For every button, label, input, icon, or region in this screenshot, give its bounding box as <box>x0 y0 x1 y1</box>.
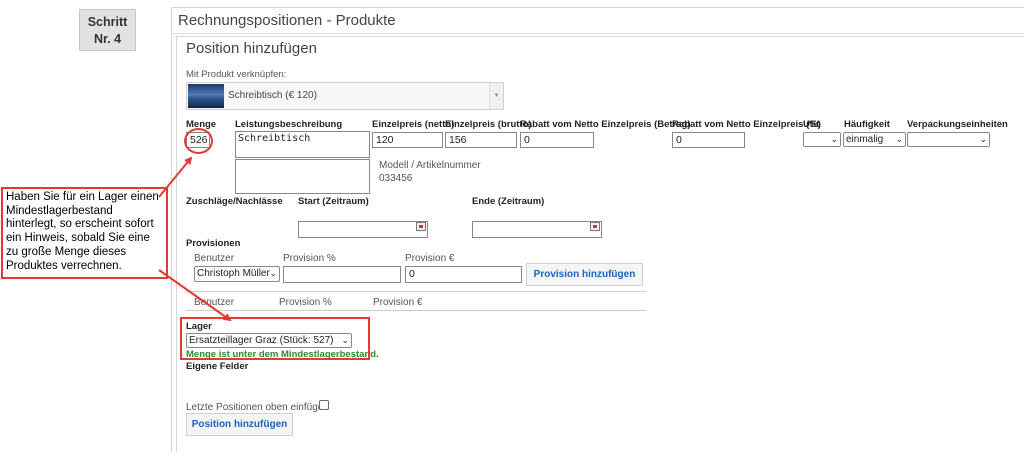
annotation-arrows <box>158 156 232 322</box>
arrow-to-menge <box>158 156 193 198</box>
arrow-to-lager <box>158 269 232 322</box>
